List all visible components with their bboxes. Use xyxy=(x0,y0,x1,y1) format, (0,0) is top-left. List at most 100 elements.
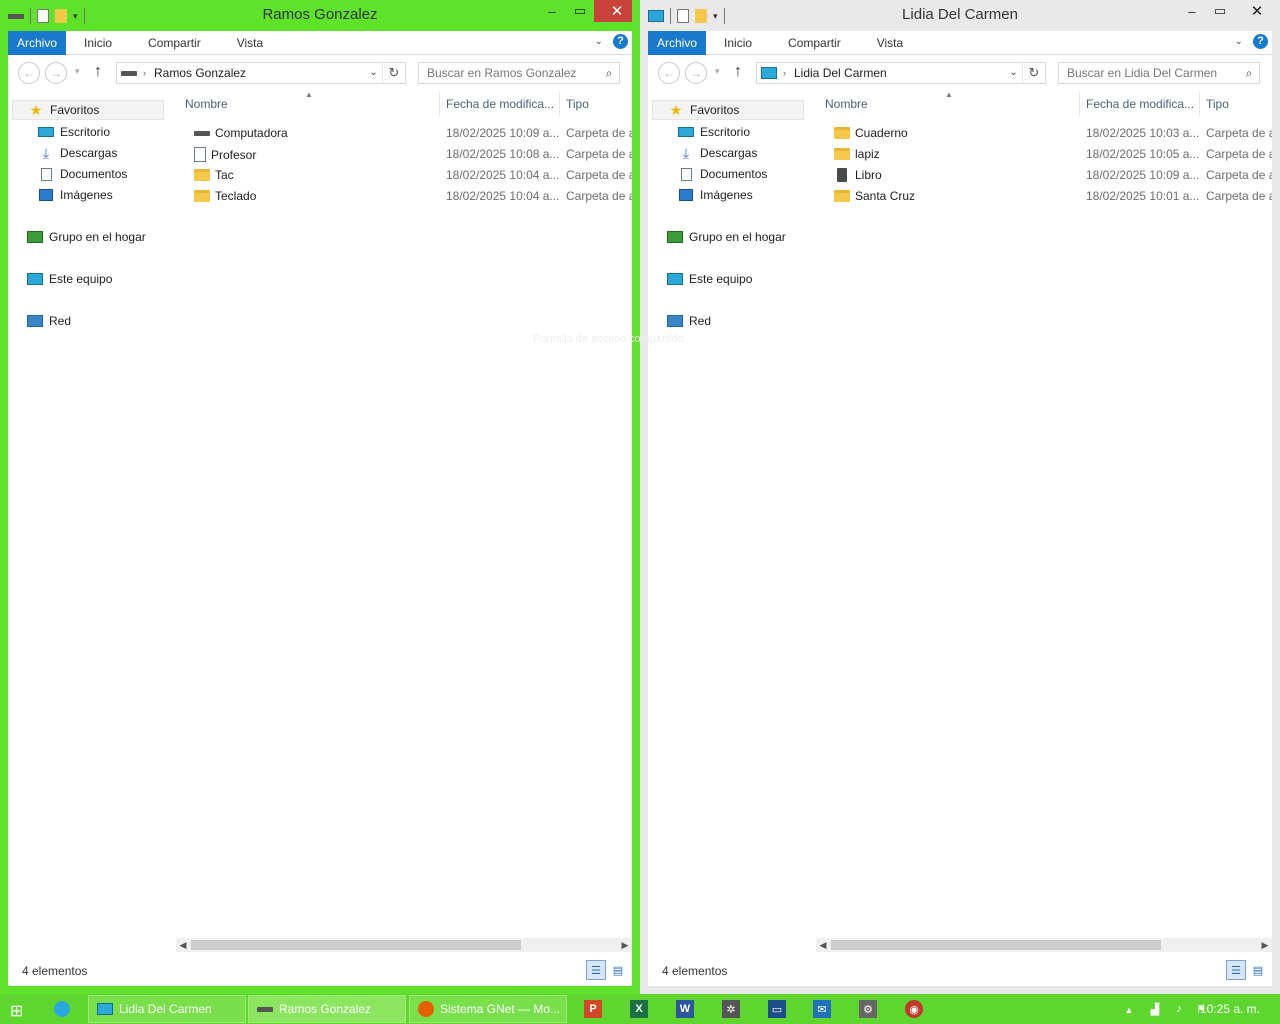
nav-este-equipo[interactable]: Este equipo xyxy=(27,272,112,286)
nav-imagenes[interactable]: Imágenes xyxy=(678,188,753,202)
scroll-left-icon[interactable]: ◀ xyxy=(816,938,830,952)
search-input[interactable]: Buscar en Lidia Del Carmen ⌕ xyxy=(1058,62,1260,84)
address-dropdown-icon[interactable]: ⌄ xyxy=(1005,63,1023,83)
nav-descargas[interactable]: ⤓ Descargas xyxy=(678,145,757,161)
horizontal-scrollbar[interactable]: ◀ ▶ xyxy=(176,938,632,952)
file-name[interactable]: Cuaderno xyxy=(855,126,908,140)
close-button[interactable]: ✕ xyxy=(1234,0,1272,22)
internet-explorer-icon[interactable] xyxy=(53,1000,71,1018)
file-row[interactable]: Teclado 18/02/2025 10:04 a... Carpeta de… xyxy=(176,186,632,207)
refresh-icon[interactable]: ↻ xyxy=(1023,65,1045,81)
explorer-window-ramos[interactable]: ▾ Ramos Gonzalez – ▭ ✕ Archivo Inicio Co… xyxy=(0,0,640,994)
search-placeholder[interactable]: Buscar en Ramos Gonzalez xyxy=(427,66,599,80)
large-icons-view-icon[interactable]: ▤ xyxy=(1248,960,1268,980)
powerpoint-icon[interactable]: P xyxy=(584,1000,602,1018)
signal-icon[interactable]: ▟ xyxy=(1146,1000,1164,1018)
tab-compartir[interactable]: Compartir xyxy=(130,31,219,55)
settings-icon[interactable]: ⚙ xyxy=(859,1000,877,1018)
nav-descargas[interactable]: ⤓ Descargas xyxy=(38,145,117,161)
back-button[interactable]: ← xyxy=(18,62,40,84)
file-name[interactable]: Profesor xyxy=(211,148,256,162)
volume-icon[interactable]: ♪ xyxy=(1170,1000,1188,1018)
refresh-icon[interactable]: ↻ xyxy=(383,65,405,81)
minimize-button[interactable]: – xyxy=(538,0,566,22)
file-row[interactable]: Libro 18/02/2025 10:09 a... Carpeta de a xyxy=(816,165,1272,186)
scrollbar-thumb[interactable] xyxy=(191,940,521,950)
details-view-icon[interactable]: ☰ xyxy=(586,960,606,980)
recent-locations-icon[interactable]: ▾ xyxy=(715,66,720,77)
breadcrumb[interactable]: Lidia Del Carmen xyxy=(794,66,1005,80)
tab-vista[interactable]: Vista xyxy=(859,31,921,55)
word-icon[interactable]: W xyxy=(676,1000,694,1018)
address-bar[interactable]: › Lidia Del Carmen ⌄ ↻ xyxy=(756,62,1046,84)
taskbar-button-lidia[interactable]: Lidia Del Carmen xyxy=(88,995,246,1023)
excel-icon[interactable]: X xyxy=(630,1000,648,1018)
close-button[interactable]: ✕ xyxy=(594,0,632,22)
nav-imagenes[interactable]: Imágenes xyxy=(38,188,113,202)
expand-ribbon-icon[interactable]: ⌄ xyxy=(595,36,603,47)
up-button[interactable]: ↑ xyxy=(734,63,742,81)
tab-archivo[interactable]: Archivo xyxy=(648,30,707,55)
nav-grupo-hogar[interactable]: Grupo en el hogar xyxy=(667,230,786,244)
search-input[interactable]: Buscar en Ramos Gonzalez ⌕ xyxy=(418,62,620,84)
scroll-right-icon[interactable]: ▶ xyxy=(1258,938,1272,952)
column-fecha[interactable]: Fecha de modifica... xyxy=(1086,97,1194,111)
windows-start-icon[interactable]: ⊞ xyxy=(10,1001,23,1021)
breadcrumb[interactable]: Ramos Gonzalez xyxy=(154,66,365,80)
clock[interactable]: 10:25 a. m. xyxy=(1200,1002,1260,1016)
file-name[interactable]: Libro xyxy=(855,168,882,182)
title-bar[interactable]: ▾ Ramos Gonzalez – ▭ ✕ xyxy=(8,0,632,31)
taskbar-button-ramos[interactable]: Ramos Gonzalez xyxy=(248,995,406,1023)
explorer-window-lidia[interactable]: ▾ Lidia Del Carmen – ▭ ✕ Archivo Inicio … xyxy=(640,0,1280,994)
breadcrumb-arrow-icon[interactable]: › xyxy=(783,68,786,78)
help-icon[interactable]: ? xyxy=(613,34,628,49)
maximize-button[interactable]: ▭ xyxy=(1206,0,1234,22)
nav-escritorio[interactable]: Escritorio xyxy=(38,125,110,139)
file-row[interactable]: Cuaderno 18/02/2025 10:03 a... Carpeta d… xyxy=(816,123,1272,144)
forward-button[interactable]: → xyxy=(685,62,707,84)
file-name[interactable]: Computadora xyxy=(215,126,288,140)
help-icon[interactable]: ? xyxy=(1253,34,1268,49)
up-button[interactable]: ↑ xyxy=(94,63,102,81)
network-game-icon[interactable]: ✲ xyxy=(722,1000,740,1018)
tab-inicio[interactable]: Inicio xyxy=(706,31,770,55)
file-row[interactable]: lapiz 18/02/2025 10:05 a... Carpeta de a xyxy=(816,144,1272,165)
search-icon[interactable]: ⌕ xyxy=(599,66,619,81)
address-dropdown-icon[interactable]: ⌄ xyxy=(365,63,383,83)
horizontal-scrollbar[interactable]: ◀ ▶ xyxy=(816,938,1272,952)
maximize-button[interactable]: ▭ xyxy=(566,0,594,22)
tab-vista[interactable]: Vista xyxy=(219,31,281,55)
tab-inicio[interactable]: Inicio xyxy=(66,31,130,55)
tab-compartir[interactable]: Compartir xyxy=(770,31,859,55)
file-name[interactable]: lapiz xyxy=(855,147,880,161)
address-bar[interactable]: › Ramos Gonzalez ⌄ ↻ xyxy=(116,62,406,84)
column-tipo[interactable]: Tipo xyxy=(1206,97,1229,111)
browser-icon[interactable]: ◉ xyxy=(905,1000,923,1018)
large-icons-view-icon[interactable]: ▤ xyxy=(608,960,628,980)
file-row[interactable]: Computadora 18/02/2025 10:09 a... Carpet… xyxy=(176,123,632,144)
breadcrumb-arrow-icon[interactable]: › xyxy=(143,68,146,78)
scroll-right-icon[interactable]: ▶ xyxy=(618,938,632,952)
file-row[interactable]: Tac 18/02/2025 10:04 a... Carpeta de a xyxy=(176,165,632,186)
forward-button[interactable]: → xyxy=(45,62,67,84)
back-button[interactable]: ← xyxy=(658,62,680,84)
show-hidden-icons-icon[interactable]: ▲ xyxy=(1120,1001,1138,1019)
scroll-left-icon[interactable]: ◀ xyxy=(176,938,190,952)
column-tipo[interactable]: Tipo xyxy=(566,97,589,111)
nav-red[interactable]: Red xyxy=(27,314,71,328)
outlook-icon[interactable]: ✉ xyxy=(813,1000,831,1018)
search-placeholder[interactable]: Buscar en Lidia Del Carmen xyxy=(1067,66,1239,80)
title-bar[interactable]: ▾ Lidia Del Carmen – ▭ ✕ xyxy=(648,0,1272,31)
column-nombre[interactable]: Nombre xyxy=(185,97,228,111)
nav-favorites[interactable]: ★ Favoritos xyxy=(12,100,164,120)
taskbar-button-firefox[interactable]: Sistema GNet — Mo... xyxy=(409,995,567,1023)
file-row[interactable]: Santa Cruz 18/02/2025 10:01 a... Carpeta… xyxy=(816,186,1272,207)
recent-locations-icon[interactable]: ▾ xyxy=(75,66,80,77)
file-name[interactable]: Teclado xyxy=(215,189,256,203)
search-icon[interactable]: ⌕ xyxy=(1239,66,1259,81)
tab-archivo[interactable]: Archivo xyxy=(8,30,67,55)
expand-ribbon-icon[interactable]: ⌄ xyxy=(1235,36,1243,47)
nav-escritorio[interactable]: Escritorio xyxy=(678,125,750,139)
nav-favorites[interactable]: ★ Favoritos xyxy=(652,100,804,120)
nav-este-equipo[interactable]: Este equipo xyxy=(667,272,752,286)
